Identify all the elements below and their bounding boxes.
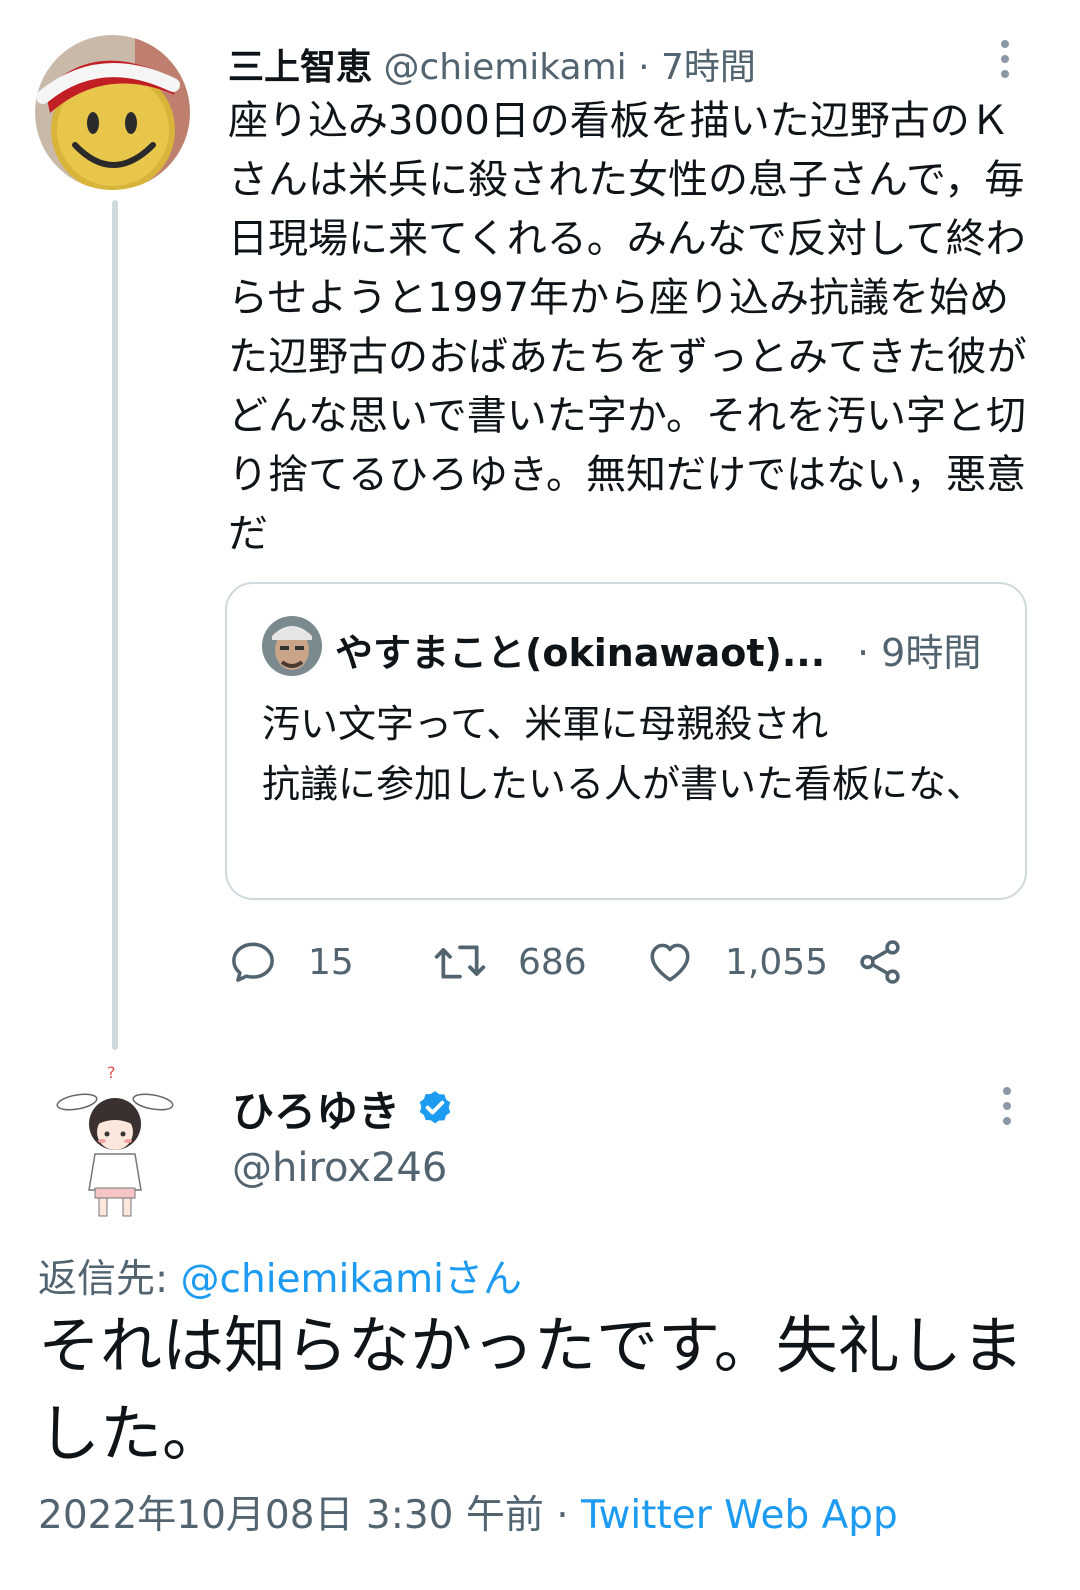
share-icon [860, 940, 900, 984]
author-handle[interactable]: @chiemikami [383, 47, 626, 88]
more-options-button[interactable] [992, 1085, 1022, 1127]
tweet-metadata: 2022年10月08日 3:30 午前 · Twitter Web App [38, 1484, 898, 1540]
smiley-santa-avatar-image [35, 35, 190, 190]
like-button[interactable]: 1,055 [645, 935, 828, 989]
reply-icon [232, 942, 274, 982]
quoted-tweet-text: 汚い文字って、米軍に母親殺され抗議に参加したいる人が書いた看板にな、 [262, 694, 1002, 814]
reply-count: 15 [308, 941, 354, 983]
tweet-time[interactable]: · 7時間 [638, 47, 756, 88]
quoted-tweet-header: やすまこと(okinawaot)... [335, 622, 825, 677]
reply-to-mention-link[interactable]: @chiemikamiさん [181, 1257, 522, 1302]
share-button[interactable] [855, 935, 905, 989]
tweet-timestamp[interactable]: 2022年10月08日 3:30 午前 · [38, 1493, 581, 1538]
quoted-tweet-line: 汚い文字って、米軍に母親殺され [262, 702, 829, 746]
tweet-text: それは知らなかったです。失礼しました。 [38, 1309, 1024, 1470]
reply-context: 返信先: @chiemikamiさん [38, 1248, 522, 1304]
reply-button[interactable]: 15 [228, 935, 354, 989]
quoted-tweet-time: · 9時間 [857, 631, 982, 675]
svg-text:?: ? [107, 1063, 116, 1082]
thread-connector-line [112, 200, 118, 1050]
quoted-tweet-line: 抗議に参加したいる人が書いた看板にな、 [262, 762, 985, 806]
retweet-count: 686 [518, 941, 587, 983]
avatar[interactable] [35, 35, 190, 190]
author-name[interactable]: 三上智恵 [228, 47, 372, 88]
like-count: 1,055 [725, 941, 829, 983]
tweet-text: 座り込み3000日の看板を描いた辺野古のＫさんは米兵に殺された女性の息子さんで，… [228, 98, 1027, 557]
tweet-header: 三上智恵 @chiemikami · 7時間 [228, 38, 756, 90]
verified-badge-icon [419, 1090, 451, 1123]
author-handle[interactable]: @hirox246 [232, 1145, 447, 1191]
more-vertical-icon [1001, 40, 1009, 48]
avatar[interactable]: ? [55, 1062, 175, 1222]
quoted-tweet-card[interactable]: やすまこと(okinawaot)... · 9時間 汚い文字って、米軍に母親殺さ… [225, 582, 1027, 900]
tweet-source-link[interactable]: Twitter Web App [581, 1493, 898, 1538]
person-photo-avatar-image [262, 616, 322, 676]
author-name-row[interactable]: ひろゆき [232, 1078, 456, 1139]
author-name[interactable]: ひろゆき [232, 1078, 400, 1139]
reply-to-label: 返信先: [38, 1257, 181, 1302]
quoted-author-avatar [262, 616, 322, 676]
more-vertical-icon [1003, 1087, 1011, 1095]
retweet-button[interactable]: 686 [432, 935, 587, 989]
retweet-icon [434, 945, 486, 979]
more-options-button[interactable] [990, 38, 1020, 80]
anime-bunny-girl-avatar-image: ? [56, 1063, 174, 1217]
like-icon [650, 943, 690, 982]
quoted-author-name: やすまこと(okinawaot)... [335, 631, 826, 675]
